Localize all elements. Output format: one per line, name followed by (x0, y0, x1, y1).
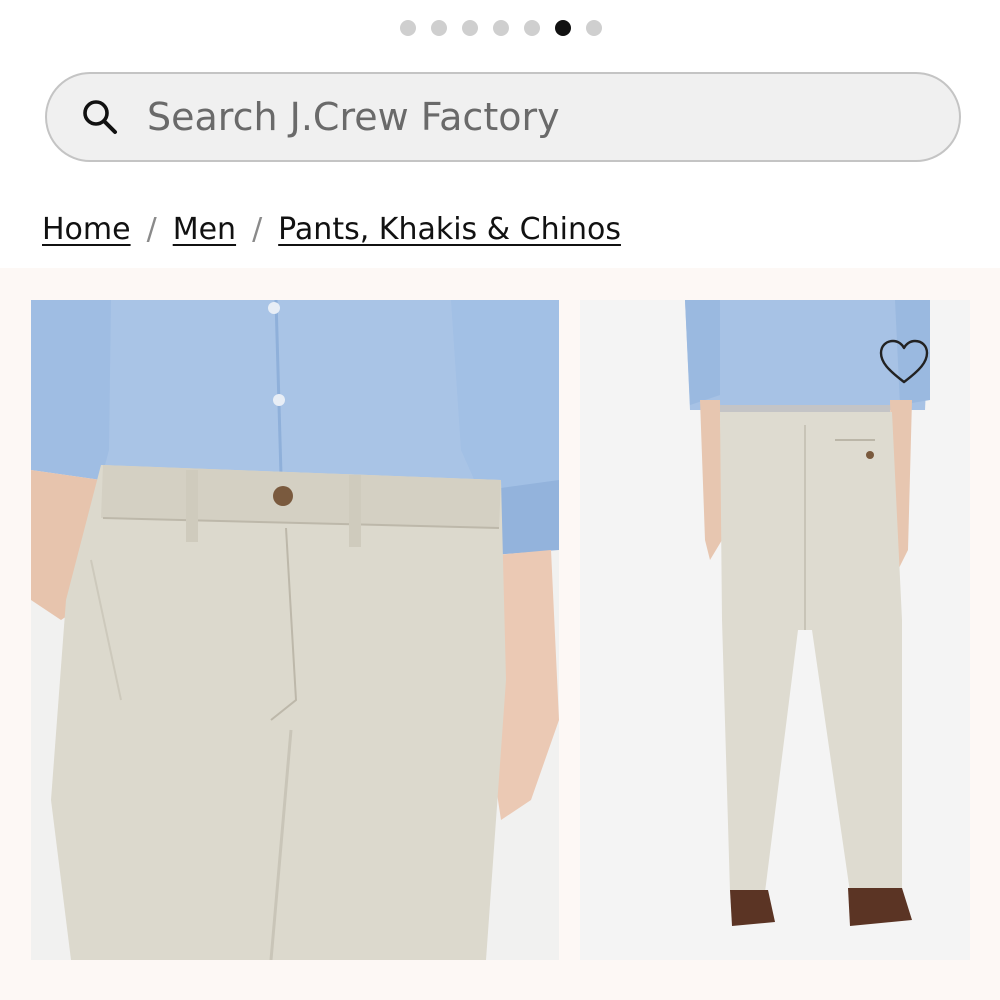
carousel-dot[interactable] (492, 20, 509, 36)
breadcrumb-link-pants[interactable]: Pants, Khakis & Chinos (278, 212, 621, 247)
search-icon[interactable] (81, 98, 119, 136)
carousel-dot-active[interactable] (554, 20, 571, 36)
breadcrumb-link-men[interactable]: Men (173, 212, 236, 247)
search-bar[interactable] (45, 72, 961, 162)
breadcrumb-link-home[interactable]: Home (42, 212, 131, 247)
product-image-back[interactable] (580, 300, 970, 960)
product-image-front[interactable] (31, 300, 559, 960)
product-gallery (0, 268, 1000, 1000)
carousel-dot[interactable] (585, 20, 602, 36)
carousel-dot[interactable] (461, 20, 478, 36)
heart-outline-icon[interactable] (878, 338, 930, 386)
breadcrumb-separator: / (146, 212, 157, 247)
breadcrumb: Home / Men / Pants, Khakis & Chinos (42, 212, 621, 247)
carousel-dot[interactable] (523, 20, 540, 36)
breadcrumb-separator: / (252, 212, 263, 247)
carousel-dot[interactable] (430, 20, 447, 36)
carousel-dot[interactable] (399, 20, 416, 36)
search-input[interactable] (147, 87, 927, 147)
carousel-dots (0, 20, 1000, 36)
